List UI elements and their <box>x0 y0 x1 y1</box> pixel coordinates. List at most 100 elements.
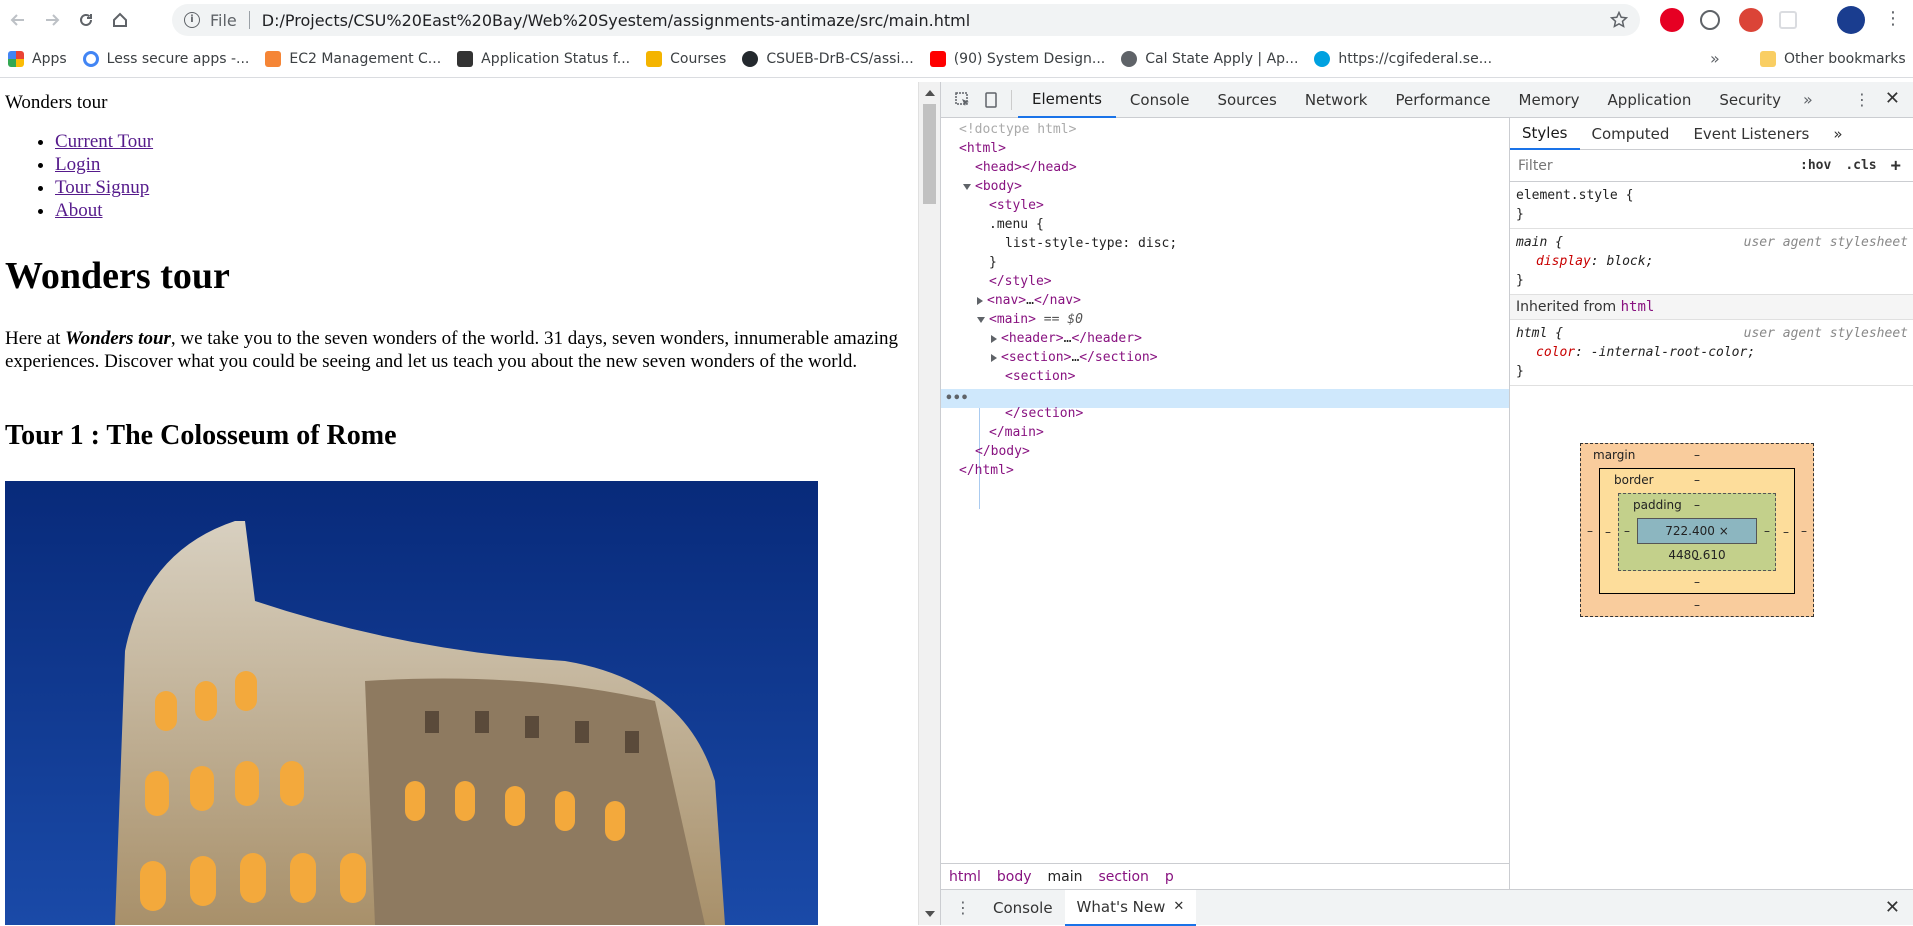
tab-computed[interactable]: Computed <box>1580 118 1682 150</box>
rule-property[interactable]: color <box>1516 345 1575 360</box>
crumb-main[interactable]: main <box>1040 869 1091 885</box>
margin-right-value[interactable]: – <box>1801 524 1807 538</box>
back-button[interactable] <box>2 4 34 36</box>
bookmark-courses[interactable]: Courses <box>638 45 734 73</box>
bookmark-cal-state-apply[interactable]: Cal State Apply | Ap... <box>1113 45 1306 73</box>
bookmark-ec2[interactable]: EC2 Management C... <box>257 45 449 73</box>
bookmark-cgifederal[interactable]: https://cgifederal.se... <box>1306 45 1500 73</box>
main-rule[interactable]: main { user agent stylesheet display: bl… <box>1510 229 1913 295</box>
address-bar[interactable]: i File D:/Projects/CSU%20East%20Bay/Web%… <box>172 4 1640 36</box>
dom-html-close[interactable]: </html> <box>959 461 1014 480</box>
margin-bottom-value[interactable]: – <box>1694 598 1700 612</box>
dom-nav[interactable]: <nav>…</nav> <box>977 291 1081 310</box>
padding-left-value[interactable]: – <box>1624 524 1630 538</box>
dom-html[interactable]: <html> <box>959 139 1006 158</box>
eyedropper-extension-icon[interactable] <box>1700 10 1720 30</box>
tab-network[interactable]: Network <box>1291 82 1382 118</box>
margin-left-value[interactable]: – <box>1587 524 1593 538</box>
collapse-triangle-icon[interactable] <box>963 183 971 190</box>
tab-memory[interactable]: Memory <box>1505 82 1594 118</box>
menu-link-login[interactable]: Login <box>55 154 100 175</box>
dom-body[interactable]: <body> <box>963 177 1022 196</box>
other-bookmarks[interactable]: Other bookmarks <box>1752 40 1913 78</box>
hov-toggle[interactable]: :hov <box>1800 158 1831 173</box>
crumb-section[interactable]: section <box>1091 869 1157 885</box>
url-text[interactable]: D:/Projects/CSU%20East%20Bay/Web%20Syest… <box>262 11 970 30</box>
star-icon[interactable] <box>1610 11 1628 29</box>
scroll-up-arrow-icon[interactable] <box>925 90 935 96</box>
box-model-margin[interactable]: margin – – – – border – – – – padding – … <box>1580 443 1814 617</box>
tab-sources[interactable]: Sources <box>1203 82 1290 118</box>
page-scrollbar[interactable] <box>918 82 940 925</box>
styles-filter-input[interactable] <box>1516 154 1786 177</box>
dom-header[interactable]: <header>…</header> <box>991 329 1142 348</box>
expand-triangle-icon[interactable] <box>991 334 997 343</box>
cls-toggle[interactable]: .cls <box>1845 158 1876 173</box>
bookmark-apps[interactable]: Apps <box>0 45 75 73</box>
grey-extension-icon[interactable] <box>1779 11 1797 29</box>
drawer-tab-whats-new[interactable]: What's New ✕ <box>1064 889 1197 926</box>
info-icon[interactable]: i <box>184 12 200 28</box>
expand-triangle-icon[interactable] <box>977 296 983 305</box>
crumb-p[interactable]: p <box>1157 869 1182 885</box>
profile-avatar[interactable] <box>1837 6 1865 34</box>
dom-doctype[interactable]: <!doctype html> <box>959 120 1076 139</box>
red-extension-icon[interactable] <box>1739 8 1763 32</box>
box-model-content[interactable]: 722.400 × 4480.610 <box>1637 518 1757 562</box>
border-left-value[interactable]: – <box>1605 525 1611 539</box>
scrollbar-thumb[interactable] <box>923 104 936 204</box>
dom-section-2-close[interactable]: </section> <box>1005 404 1083 423</box>
drawer-close-icon[interactable]: ✕ <box>1885 897 1900 918</box>
home-button[interactable] <box>104 4 136 36</box>
inherited-tag-link[interactable]: html <box>1621 299 1655 315</box>
expand-triangle-icon[interactable] <box>991 353 997 362</box>
devtools-menu-icon[interactable]: ⋮ <box>1854 90 1870 109</box>
bookmark-less-secure-apps[interactable]: Less secure apps -... <box>75 45 258 73</box>
tab-console[interactable]: Console <box>1116 82 1204 118</box>
dom-section-1[interactable]: <section>…</section> <box>991 348 1158 367</box>
inspect-element-button[interactable] <box>949 86 977 114</box>
scroll-down-arrow-icon[interactable] <box>925 911 935 917</box>
dom-main-close[interactable]: </main> <box>989 423 1044 442</box>
more-styles-tabs-chevron-icon[interactable]: » <box>1821 118 1854 150</box>
crumb-body[interactable]: body <box>989 869 1040 885</box>
reload-button[interactable] <box>70 4 102 36</box>
padding-right-value[interactable]: – <box>1764 524 1770 538</box>
rule-value[interactable]: block; <box>1606 254 1653 269</box>
menu-link-tour-signup[interactable]: Tour Signup <box>55 177 149 198</box>
collapse-triangle-icon[interactable] <box>977 316 985 323</box>
tab-elements[interactable]: Elements <box>1018 82 1116 118</box>
chrome-menu-icon[interactable]: ⋮ <box>1884 8 1902 29</box>
forward-button[interactable] <box>36 4 68 36</box>
more-tabs-chevron-icon[interactable]: » <box>1795 90 1821 109</box>
tab-performance[interactable]: Performance <box>1381 82 1504 118</box>
border-right-value[interactable]: – <box>1783 525 1789 539</box>
drawer-menu-icon[interactable]: ⋮ <box>941 898 981 917</box>
box-model-padding[interactable]: padding – – – – 722.400 × 4480.610 <box>1618 493 1776 571</box>
tab-application[interactable]: Application <box>1594 82 1706 118</box>
element-style-rule[interactable]: element.style { } <box>1510 182 1913 229</box>
bookmark-application-status[interactable]: Application Status f... <box>449 45 638 73</box>
menu-link-current-tour[interactable]: Current Tour <box>55 131 153 152</box>
dom-style-close[interactable]: </style> <box>989 272 1052 291</box>
padding-top-value[interactable]: – <box>1694 498 1700 512</box>
border-bottom-value[interactable]: – <box>1694 575 1700 589</box>
dom-main[interactable]: <main> == $0 <box>977 310 1083 329</box>
tab-event-listeners[interactable]: Event Listeners <box>1681 118 1821 150</box>
bookmark-github[interactable]: CSUEB-DrB-CS/assi... <box>734 45 921 73</box>
dom-body-close[interactable]: </body> <box>975 442 1030 461</box>
new-rule-plus-icon[interactable]: + <box>1891 156 1901 176</box>
bookmarks-overflow-chevron-icon[interactable]: » <box>1710 49 1720 68</box>
menu-link-about[interactable]: About <box>55 200 103 221</box>
rule-value[interactable]: -internal-root-color; <box>1591 345 1755 360</box>
html-rule[interactable]: html { user agent stylesheet color: -int… <box>1510 320 1913 386</box>
border-top-value[interactable]: – <box>1694 473 1700 487</box>
tab-security[interactable]: Security <box>1705 82 1795 118</box>
node-actions-icon[interactable]: ••• <box>945 389 968 408</box>
bookmark-youtube[interactable]: (90) System Design... <box>922 45 1114 73</box>
rule-property[interactable]: display <box>1516 254 1591 269</box>
dom-head[interactable]: <head></head> <box>975 158 1077 177</box>
tab-styles[interactable]: Styles <box>1510 118 1580 150</box>
device-toolbar-button[interactable] <box>977 86 1005 114</box>
drawer-tab-console[interactable]: Console <box>981 890 1065 926</box>
